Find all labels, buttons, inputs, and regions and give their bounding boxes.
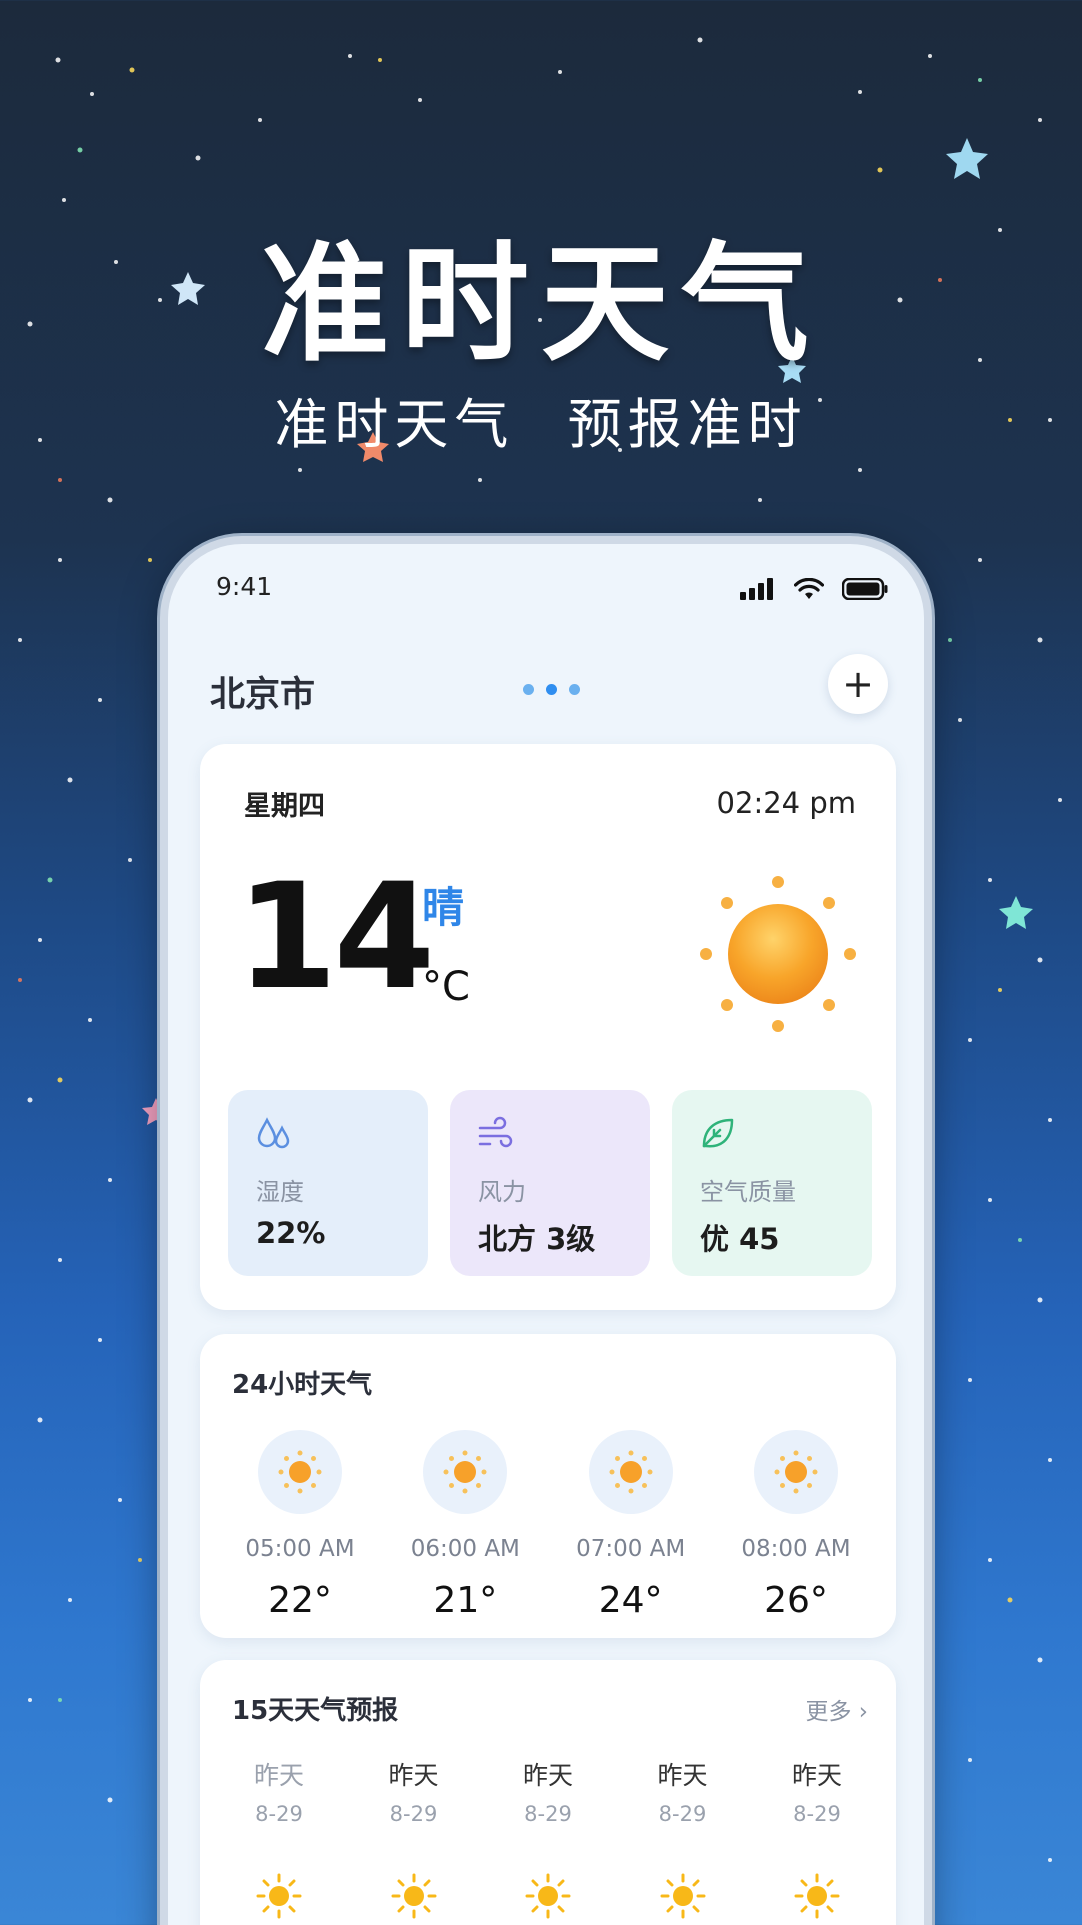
hourly-temp: 24° [598, 1580, 663, 1621]
hourly-icon-bubble [423, 1430, 508, 1514]
wind-icon [478, 1116, 513, 1148]
sun-icon [660, 1873, 705, 1919]
page-dot[interactable] [569, 684, 580, 695]
sun-icon [609, 1450, 653, 1494]
phone-mockup: 9:41 北京市 + 星期四 02:24 pm 14 晴 °C 湿度 22% 风… [160, 536, 932, 1925]
daily-item[interactable]: 昨天 8-29 [481, 1756, 615, 1924]
daily-item[interactable]: 昨天 8-29 [212, 1756, 346, 1924]
more-link[interactable]: 更多 › [805, 1692, 868, 1726]
sun-icon [278, 1450, 322, 1494]
city-header: 北京市 + [168, 654, 924, 734]
day-date: 8-29 [524, 1802, 572, 1826]
sun-icon [700, 876, 856, 1032]
hourly-item[interactable]: 06:00 AM 21° [385, 1430, 545, 1621]
hourly-temp: 21° [433, 1580, 498, 1621]
sun-icon [391, 1873, 436, 1919]
city-name[interactable]: 北京市 [210, 666, 315, 717]
hourly-temp: 26° [764, 1580, 828, 1621]
hourly-icon-bubble [588, 1430, 673, 1514]
hourly-time: 08:00 AM [741, 1536, 851, 1562]
leaf-icon [702, 1118, 734, 1148]
hourly-list: 05:00 AM 22° 06:00 AM 21° 07:00 AM 24° 0… [220, 1430, 876, 1621]
day-name: 昨天 [522, 1761, 573, 1790]
promo-title: 准时天气 [260, 230, 821, 379]
sun-icon [774, 1450, 818, 1494]
status-time: 9:41 [216, 572, 273, 601]
metric-label: 风力 [478, 1178, 526, 1206]
current-temperature: 14 [236, 852, 435, 1022]
hourly-item[interactable]: 07:00 AM 24° [551, 1430, 711, 1621]
hourly-time: 07:00 AM [576, 1536, 686, 1562]
signal-icon [740, 578, 773, 600]
battery-icon [842, 578, 888, 600]
weekday: 星期四 [244, 791, 325, 822]
page-dot-active[interactable] [546, 684, 557, 695]
weather-condition: 晴 [422, 883, 465, 932]
sun-icon [525, 1873, 571, 1919]
day-name: 昨天 [388, 1761, 439, 1790]
air-quality-tile[interactable]: 空气质量 优 45 [672, 1090, 872, 1276]
wind-tile[interactable]: 风力 北方 3级 [450, 1090, 650, 1276]
page-indicator [523, 684, 580, 695]
day-date: 8-29 [658, 1802, 707, 1826]
hourly-title: 24小时天气 [232, 1370, 373, 1400]
hourly-temp: 22° [268, 1580, 332, 1621]
metric-value: 北方 3级 [478, 1222, 596, 1256]
add-city-button[interactable]: + [828, 654, 888, 714]
promo-subtitle: 准时天气 预报准时 [274, 393, 808, 456]
wifi-icon [794, 578, 824, 599]
daily-list: 昨天 8-29 昨天 8-29 昨天 8-29 昨天 8-29 昨天 8-29 [212, 1756, 884, 1924]
sun-icon [443, 1450, 487, 1494]
day-name: 昨天 [253, 1761, 304, 1790]
day-date: 8-29 [793, 1802, 841, 1826]
current-weather-card: 星期四 02:24 pm 14 晴 °C 湿度 22% 风力 北方 3级 空气质… [200, 744, 896, 1310]
metric-label: 空气质量 [700, 1178, 796, 1206]
metric-label: 湿度 [256, 1178, 304, 1206]
current-time: 02:24 pm [716, 786, 856, 820]
sun-icon [794, 1873, 840, 1919]
day-name: 昨天 [657, 1761, 708, 1790]
hourly-time: 06:00 AM [410, 1536, 520, 1562]
metric-value: 优 45 [700, 1222, 780, 1256]
humidity-icon [257, 1117, 290, 1149]
humidity-tile[interactable]: 湿度 22% [228, 1090, 428, 1276]
day-name: 昨天 [791, 1761, 842, 1790]
daily-item[interactable]: 昨天 8-29 [750, 1756, 884, 1924]
daily-item[interactable]: 昨天 8-29 [347, 1756, 481, 1924]
page-dot[interactable] [523, 684, 534, 695]
temperature-unit: °C [422, 964, 470, 1010]
hourly-item[interactable]: 08:00 AM 26° [716, 1430, 876, 1621]
status-icons [740, 578, 888, 600]
status-bar: 9:41 [168, 544, 924, 634]
hourly-time: 05:00 AM [245, 1536, 355, 1562]
metric-value: 22% [256, 1216, 326, 1250]
daily-forecast-card: 15天天气预报 更多 › 昨天 8-29 昨天 8-29 昨天 8-29 昨天 … [200, 1660, 896, 1925]
hourly-icon-bubble [753, 1430, 838, 1514]
hourly-icon-bubble [258, 1430, 342, 1514]
day-date: 8-29 [389, 1802, 438, 1826]
hourly-forecast-card: 24小时天气 05:00 AM 22° 06:00 AM 21° 07:00 A… [200, 1334, 896, 1638]
day-date: 8-29 [255, 1802, 303, 1826]
daily-item[interactable]: 昨天 8-29 [616, 1756, 750, 1924]
hourly-item[interactable]: 05:00 AM 22° [220, 1430, 380, 1621]
daily-title: 15天天气预报 [232, 1696, 399, 1726]
sun-icon [256, 1873, 302, 1919]
